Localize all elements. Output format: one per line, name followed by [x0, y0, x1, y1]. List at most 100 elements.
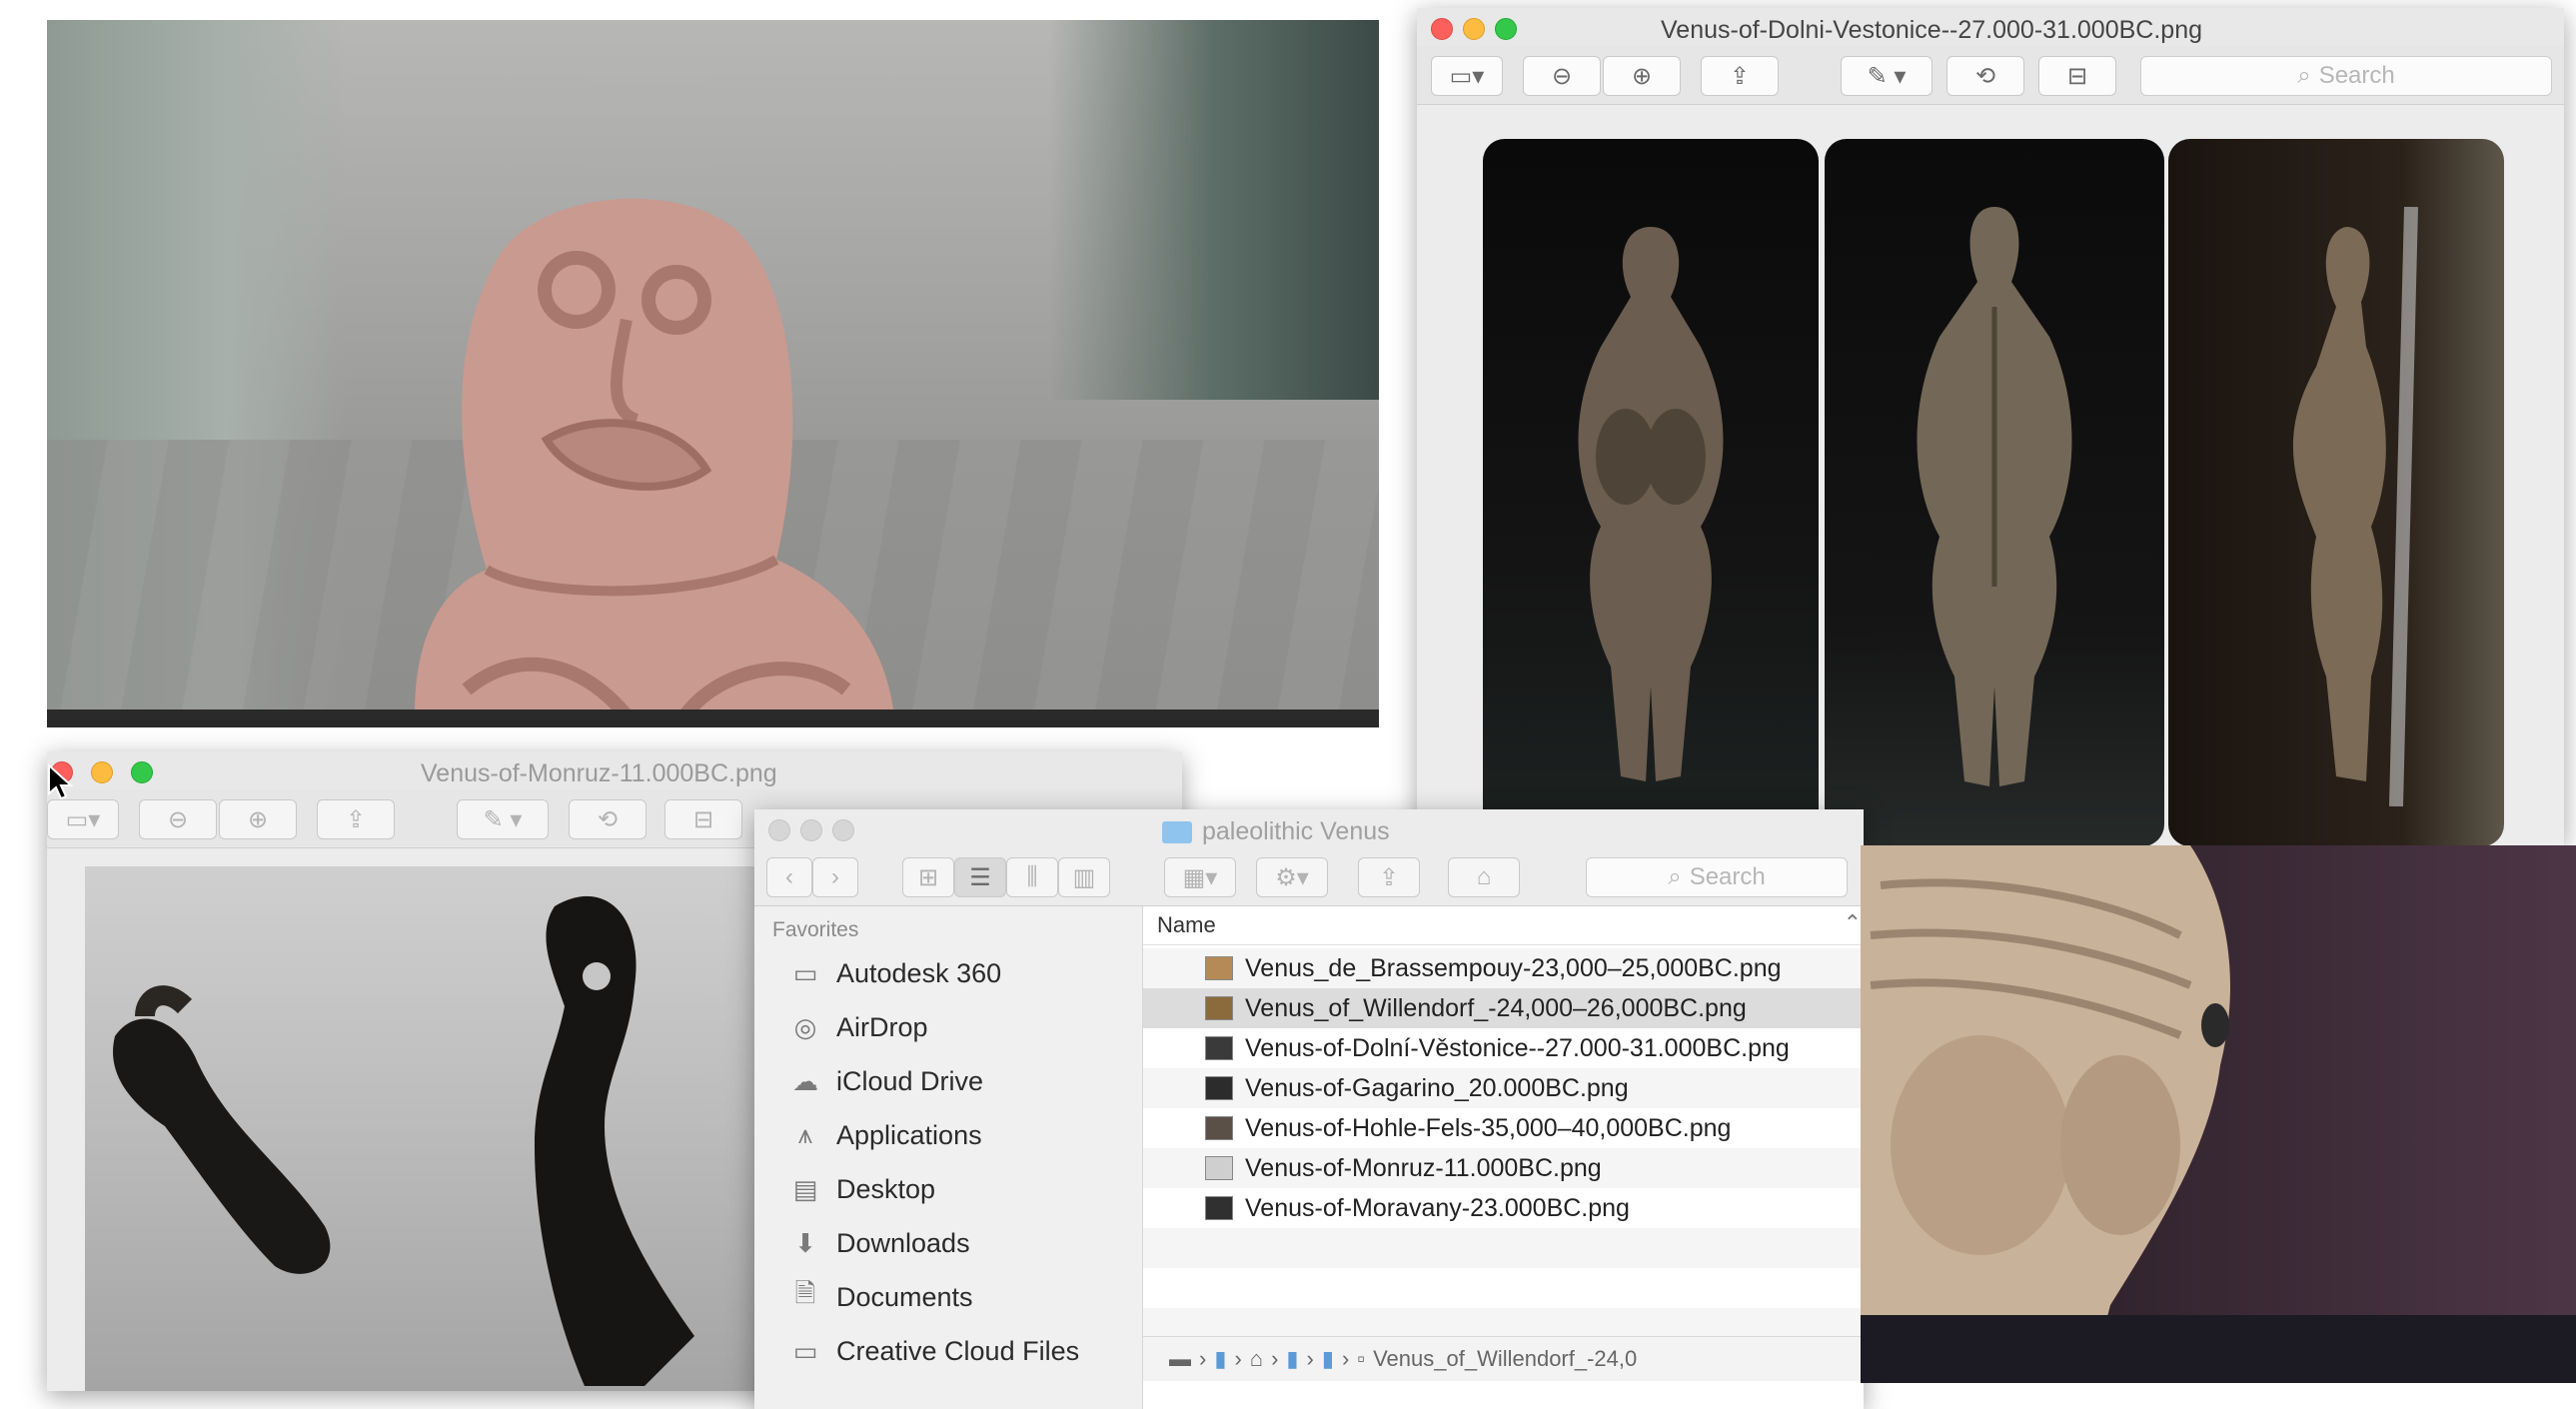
zoom-button[interactable]: [832, 819, 854, 841]
icon-view-button[interactable]: ⊞: [902, 857, 954, 897]
zoom-in-button[interactable]: ⊕: [1603, 56, 1681, 96]
image-file-icon: [1205, 1156, 1233, 1180]
file-name: Venus_of_Willendorf_-24,000–26,000BC.png: [1245, 993, 1747, 1022]
toolbox-button[interactable]: ⊟: [2038, 56, 2116, 96]
column-header-label: Name: [1157, 912, 1216, 937]
share-button[interactable]: ⇪: [1701, 56, 1779, 96]
chevron-left-icon: ‹: [785, 863, 793, 890]
search-field[interactable]: ⌕ Search: [1586, 857, 1848, 897]
zoom-out-icon: ⊖: [1551, 62, 1573, 90]
columns-icon: ⫼: [1026, 863, 1038, 890]
titlebar[interactable]: Venus-of-Monruz-11.000BC.png: [47, 751, 1182, 789]
sidebar-item-downloads[interactable]: ⬇ Downloads: [788, 1223, 969, 1263]
rotate-button[interactable]: ⟲: [569, 799, 646, 839]
titlebar[interactable]: Venus-of-Dolni-Vestonice--27.000-31.000B…: [1417, 8, 2564, 46]
file-row[interactable]: Venus-of-Dolní-Věstonice--27.000-31.000B…: [1143, 1028, 1864, 1068]
zoom-button[interactable]: [1495, 18, 1517, 40]
documents-icon: 🗎: [794, 1278, 816, 1308]
background-photo-clay-figurine: [47, 20, 1379, 727]
minimize-button[interactable]: [91, 761, 113, 783]
file-row[interactable]: Venus-of-Moravany-23.000BC.png: [1143, 1188, 1864, 1228]
coverflow-view-button[interactable]: ▥: [1058, 857, 1110, 897]
rotate-button[interactable]: ⟲: [1946, 56, 2024, 96]
file-row[interactable]: Venus-of-Gagarino_20.000BC.png: [1143, 1068, 1864, 1108]
toolbox-button[interactable]: ⊟: [664, 799, 742, 839]
zoom-in-button[interactable]: ⊕: [219, 799, 297, 839]
zoom-in-icon: ⊕: [1631, 62, 1653, 90]
sidebar-item-label: AirDrop: [836, 1011, 928, 1042]
titlebar[interactable]: paleolithic Venus: [754, 809, 1864, 847]
coverflow-icon: ▥: [1072, 863, 1096, 891]
photo-bottom-band: [47, 709, 1379, 727]
folder-icon: ▭: [792, 957, 818, 988]
sidebar-item-icloud-drive[interactable]: ☁ iCloud Drive: [788, 1061, 983, 1101]
sidebar-item-label: Desktop: [836, 1173, 936, 1204]
path-bar-filename[interactable]: Venus_of_Willendorf_-24,0: [1373, 1346, 1637, 1372]
monruz-figurines: [113, 895, 694, 1386]
sidebar-item-autodesk-360[interactable]: ▭ Autodesk 360: [788, 953, 1001, 993]
file-name: Venus-of-Dolní-Věstonice--27.000-31.000B…: [1245, 1033, 1790, 1062]
willendorf-figurine: [1861, 845, 2576, 1383]
file-row[interactable]: Venus-of-Monruz-11.000BC.png: [1143, 1148, 1864, 1188]
file-row-selected[interactable]: Venus_of_Willendorf_-24,000–26,000BC.png: [1143, 988, 1864, 1028]
sidebar-icon: ▭▾: [1449, 62, 1485, 90]
folder-icon: ▮: [1321, 1346, 1334, 1371]
markup-button[interactable]: ✎ ▾: [457, 799, 549, 839]
share-button[interactable]: ⇪: [1358, 857, 1420, 897]
statue-back-view: [1825, 139, 2164, 845]
window-title: Venus-of-Monruz-11.000BC.png: [421, 759, 777, 787]
folder-icon: ▮: [1286, 1346, 1299, 1371]
markup-button[interactable]: ✎ ▾: [1841, 56, 1932, 96]
folder-icon: ▮: [1214, 1346, 1227, 1371]
sidebar-item-desktop[interactable]: ▤ Desktop: [788, 1169, 935, 1209]
image-file-icon: [1205, 1036, 1233, 1060]
sidebar-item-applications[interactable]: ⩚ Applications: [788, 1115, 982, 1155]
file-name: Venus-of-Hohle-Fels-35,000–40,000BC.png: [1245, 1113, 1732, 1142]
list-view-button[interactable]: ☰: [954, 857, 1006, 897]
path-bar: ▬ › ▮ › ⌂ › ▮ › ▮ › ▫ Venus_of_Willendorf_-24…: [1143, 1336, 1864, 1381]
close-button[interactable]: [768, 819, 790, 841]
share-button[interactable]: ⇪: [317, 799, 395, 839]
tag-icon: ⌂: [1476, 863, 1492, 890]
clay-figurine: [415, 198, 896, 727]
graffiti-wall: [1049, 20, 1379, 400]
applications-icon: ⩚: [797, 1119, 813, 1149]
sidebar-toggle-button[interactable]: ▭▾: [1431, 56, 1503, 96]
willendorf-photo: [1861, 845, 2576, 1383]
statue-side-view: [2168, 139, 2504, 845]
zoom-button[interactable]: [131, 761, 153, 783]
search-placeholder: Search: [2318, 62, 2395, 89]
file-row[interactable]: Venus-of-Hohle-Fels-35,000–40,000BC.png: [1143, 1108, 1864, 1148]
airdrop-icon: ◎: [793, 1011, 817, 1042]
finder-window[interactable]: paleolithic Venus ‹ › ⊞ ☰ ⫼ ▥ ▦▾ ⚙▾ ⇪ ⌂ …: [754, 809, 1864, 1409]
arrange-button[interactable]: ▦▾: [1164, 857, 1236, 897]
sort-chevron-icon: ⌃: [1843, 910, 1862, 935]
tags-button[interactable]: ⌂: [1448, 857, 1520, 897]
preview-window-dolni[interactable]: Venus-of-Dolni-Vestonice--27.000-31.000B…: [1417, 8, 2564, 845]
empty-row: [1143, 1228, 1864, 1268]
sidebar-toggle-button[interactable]: ▭▾: [47, 799, 119, 839]
chevron-right-icon: ›: [831, 863, 839, 890]
sidebar-item-creative-cloud-files[interactable]: ▭ Creative Cloud Files: [788, 1331, 1079, 1371]
zoom-out-button[interactable]: ⊖: [1523, 56, 1601, 96]
search-field[interactable]: ⌕ Search: [2140, 56, 2552, 96]
action-button[interactable]: ⚙▾: [1256, 857, 1328, 897]
minimize-button[interactable]: [800, 819, 822, 841]
file-list: Name ⌃ Venus_de_Brassempouy-23,000–25,00…: [1143, 906, 1864, 1409]
chevron-right-icon: ›: [1234, 1346, 1242, 1371]
list-icon: ☰: [969, 863, 991, 891]
pen-icon: ✎ ▾: [1867, 62, 1907, 90]
finder-title: paleolithic Venus: [1162, 817, 1390, 846]
share-icon: ⇪: [1378, 863, 1400, 891]
close-button[interactable]: [1431, 18, 1453, 40]
forward-button[interactable]: ›: [812, 857, 858, 897]
minimize-button[interactable]: [1463, 18, 1485, 40]
sidebar-item-documents[interactable]: 🗎 Documents: [788, 1277, 973, 1317]
sidebar-item-airdrop[interactable]: ◎ AirDrop: [788, 1007, 928, 1047]
column-header-name[interactable]: Name ⌃: [1143, 906, 1864, 945]
sidebar-item-label: Autodesk 360: [836, 957, 1002, 988]
zoom-out-button[interactable]: ⊖: [139, 799, 217, 839]
back-button[interactable]: ‹: [766, 857, 812, 897]
column-view-button[interactable]: ⫼: [1006, 857, 1058, 897]
file-row[interactable]: Venus_de_Brassempouy-23,000–25,000BC.png: [1143, 948, 1864, 988]
